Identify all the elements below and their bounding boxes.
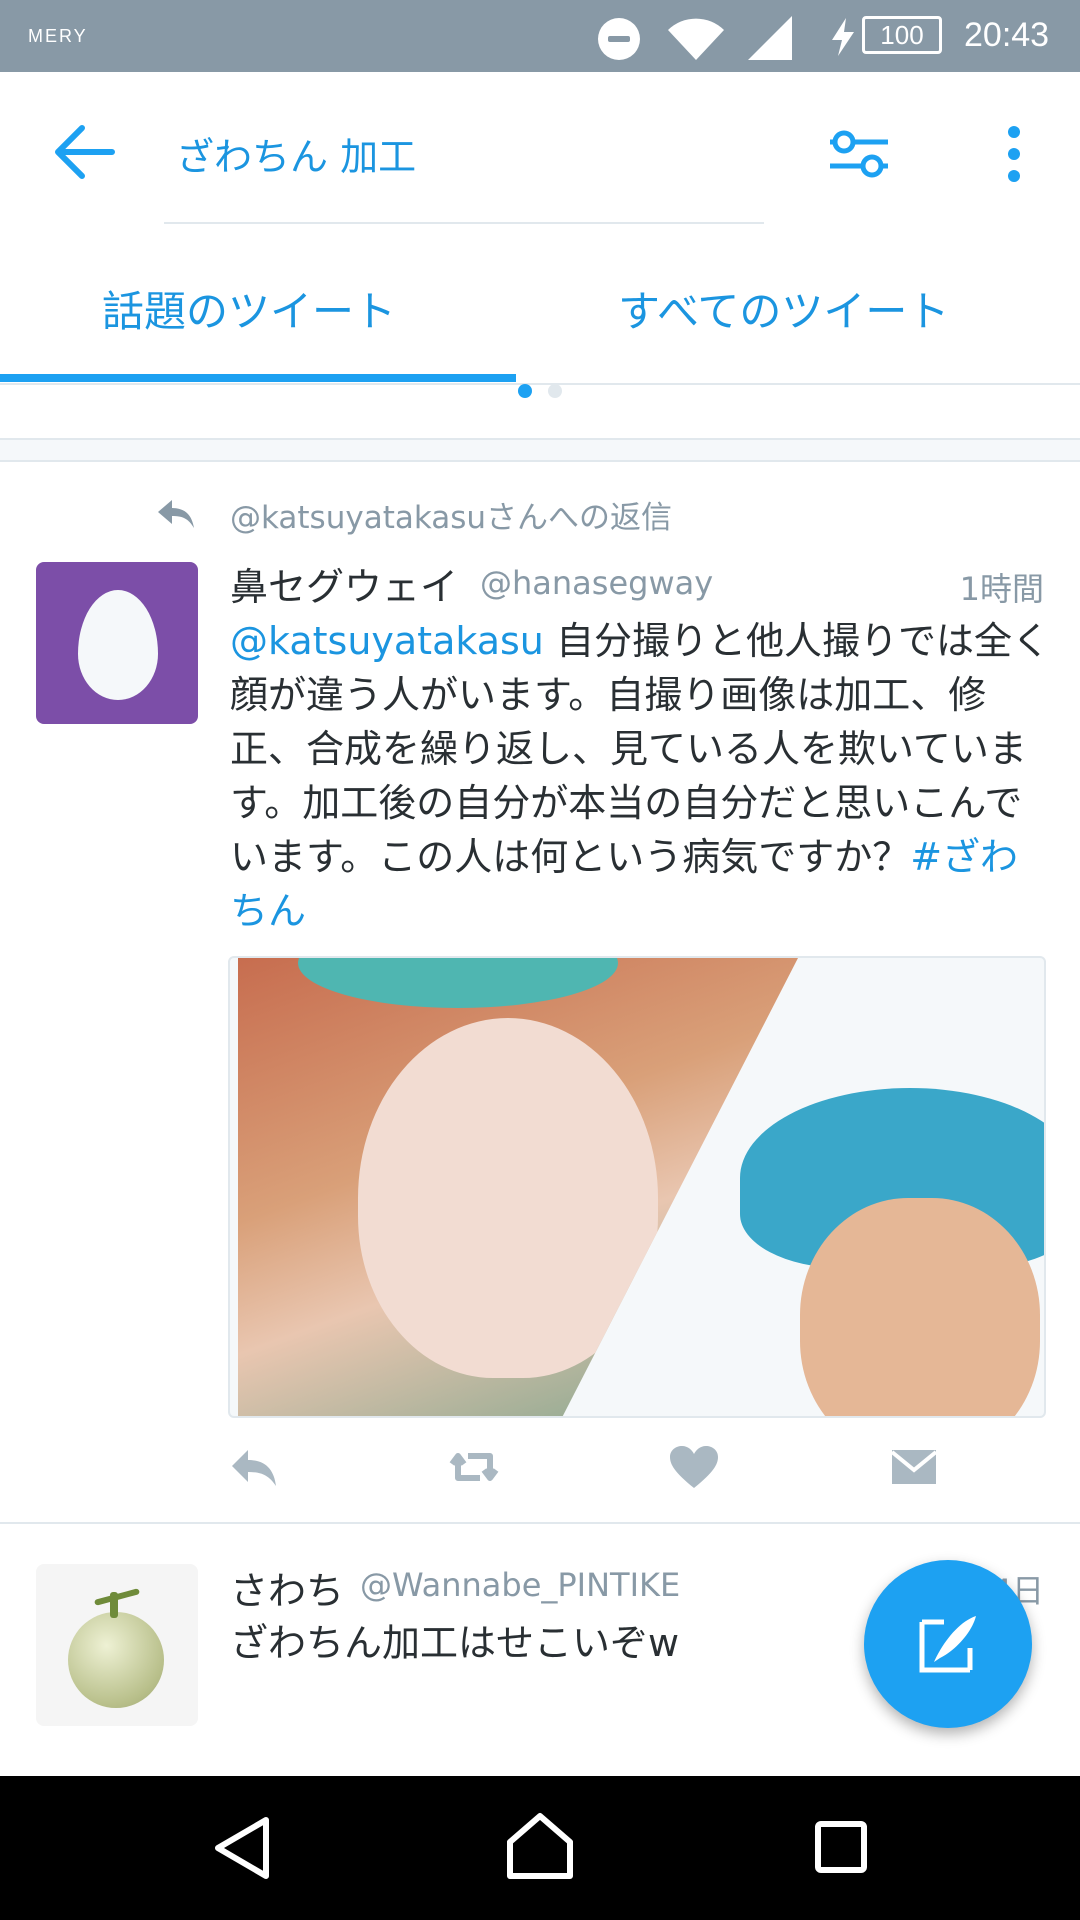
direct-message-icon[interactable] — [888, 1444, 940, 1490]
wifi-icon — [668, 18, 724, 60]
tweet-author-name[interactable]: さわち — [230, 1560, 344, 1615]
retweet-icon[interactable] — [448, 1444, 500, 1490]
clock: 20:43 — [964, 16, 1050, 54]
tweet-author-name[interactable]: 鼻セグウェイ — [230, 556, 458, 611]
filter-icon[interactable] — [828, 124, 890, 184]
more-options-icon[interactable] — [998, 124, 1030, 184]
do-not-disturb-icon — [598, 18, 640, 60]
avatar[interactable] — [36, 1564, 198, 1726]
nav-back-icon[interactable] — [212, 1816, 272, 1880]
app-bar: ざわちん 加工 — [0, 72, 1080, 242]
tweet-media-image[interactable] — [228, 956, 1046, 1418]
photo-right — [620, 1038, 1044, 1416]
tweet-mention-link[interactable]: @katsuyatakasu — [230, 619, 544, 663]
tab-all-tweets[interactable]: すべてのツイート — [618, 278, 949, 339]
compose-icon — [919, 1616, 976, 1673]
egg-icon — [78, 590, 158, 700]
reply-icon — [158, 500, 194, 528]
nav-home-icon[interactable] — [506, 1812, 574, 1880]
carrier-label: MERY — [28, 26, 88, 46]
search-tabs: 話題のツイート すべてのツイート — [0, 242, 1080, 385]
tab-indicator — [0, 374, 516, 382]
reply-icon[interactable] — [228, 1444, 280, 1490]
search-underline — [164, 222, 764, 224]
nav-recents-icon[interactable] — [814, 1820, 868, 1874]
avatar[interactable] — [36, 562, 198, 724]
back-arrow-icon[interactable] — [52, 122, 118, 182]
photo-left-hat — [298, 958, 618, 1008]
tweet-timestamp: 1時間 — [959, 570, 1044, 608]
heart-icon[interactable] — [668, 1444, 720, 1490]
pager-dot-active — [518, 384, 532, 398]
reply-context-text[interactable]: @katsuyatakasuさんへの返信 — [230, 492, 672, 537]
melon-icon — [68, 1612, 164, 1708]
tweet-author-handle[interactable]: @hanasegway — [480, 564, 713, 602]
section-divider — [0, 438, 1080, 462]
tweet-actions — [228, 1444, 1048, 1494]
melon-stem — [110, 1592, 118, 1618]
tweet-divider — [0, 1522, 1080, 1524]
system-nav-bar — [0, 1776, 1080, 1920]
tweet-author-handle[interactable]: @Wannabe_PINTIKE — [360, 1566, 680, 1604]
battery-icon: 100 — [862, 16, 942, 54]
tweet-text: @katsuyatakasu 自分撮りと他人撮りでは全く顔が違う人がいます。自撮… — [230, 614, 1050, 938]
pager-dot — [548, 384, 562, 398]
tab-divider — [0, 383, 1080, 385]
photo-left-face — [358, 1018, 658, 1378]
tweet-text: ざわちん加工はせこいぞw — [230, 1621, 680, 1665]
compose-tweet-button[interactable] — [864, 1560, 1032, 1728]
signal-icon — [748, 16, 792, 60]
photo-right-face — [800, 1198, 1040, 1416]
charging-icon — [832, 18, 854, 56]
search-query[interactable]: ざわちん 加工 — [176, 126, 416, 181]
status-bar: MERY 100 20:43 — [0, 0, 1080, 72]
tab-top-tweets[interactable]: 話題のツイート — [102, 278, 396, 339]
